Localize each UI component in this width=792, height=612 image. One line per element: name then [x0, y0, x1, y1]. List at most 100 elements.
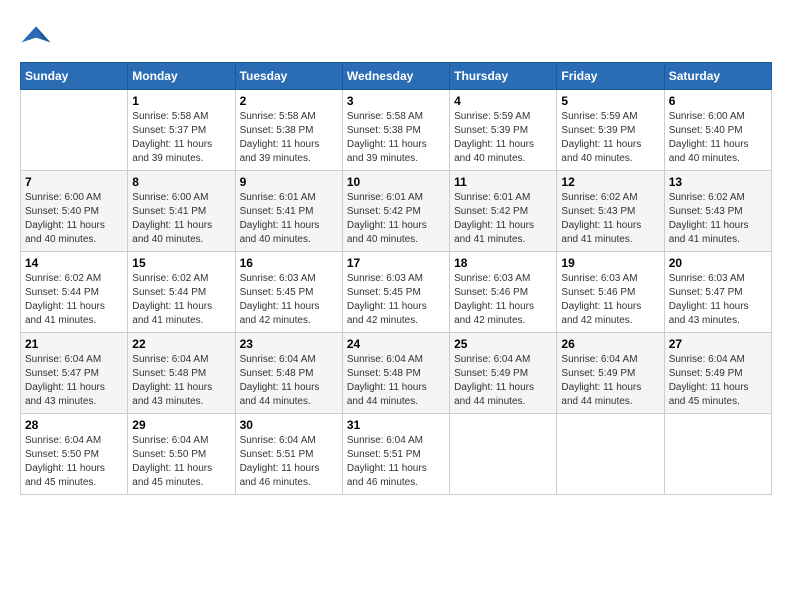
day-info: Sunrise: 6:04 AM Sunset: 5:47 PM Dayligh…: [25, 353, 123, 409]
day-info: Sunrise: 5:58 AM Sunset: 5:38 PM Dayligh…: [240, 110, 338, 166]
day-cell: 21 Sunrise: 6:04 AM Sunset: 5:47 PM Dayli…: [21, 333, 128, 414]
day-cell: [450, 414, 557, 495]
day-number: 15: [132, 256, 230, 270]
day-cell: 14 Sunrise: 6:02 AM Sunset: 5:44 PM Dayli…: [21, 252, 128, 333]
day-cell: 9Sunrise: 6:01 AM Sunset: 5:41 PM Daylig…: [235, 171, 342, 252]
logo-icon: [20, 20, 52, 52]
day-info: Sunrise: 6:01 AM Sunset: 5:42 PM Dayligh…: [347, 191, 445, 247]
weekday-header-tuesday: Tuesday: [235, 63, 342, 90]
day-number: 27: [669, 337, 767, 351]
day-info: Sunrise: 6:01 AM Sunset: 5:42 PM Dayligh…: [454, 191, 552, 247]
day-info: Sunrise: 6:03 AM Sunset: 5:46 PM Dayligh…: [561, 272, 659, 328]
day-number: 3: [347, 94, 445, 108]
day-info: Sunrise: 6:04 AM Sunset: 5:50 PM Dayligh…: [132, 434, 230, 490]
day-cell: 1 Sunrise: 5:58 AM Sunset: 5:37 PM Daylig…: [128, 90, 235, 171]
day-cell: 8Sunrise: 6:00 AM Sunset: 5:41 PM Daylig…: [128, 171, 235, 252]
day-cell: 17 Sunrise: 6:03 AM Sunset: 5:45 PM Dayli…: [342, 252, 449, 333]
day-info: Sunrise: 6:00 AM Sunset: 5:40 PM Dayligh…: [669, 110, 767, 166]
day-cell: 13 Sunrise: 6:02 AM Sunset: 5:43 PM Dayli…: [664, 171, 771, 252]
day-info: Sunrise: 6:00 AM Sunset: 5:40 PM Dayligh…: [25, 191, 123, 247]
day-number: 16: [240, 256, 338, 270]
day-cell: 3 Sunrise: 5:58 AM Sunset: 5:38 PM Daylig…: [342, 90, 449, 171]
day-number: 28: [25, 418, 123, 432]
day-info: Sunrise: 6:04 AM Sunset: 5:48 PM Dayligh…: [240, 353, 338, 409]
day-number: 21: [25, 337, 123, 351]
day-number: 8: [132, 175, 230, 189]
day-number: 5: [561, 94, 659, 108]
day-cell: 11 Sunrise: 6:01 AM Sunset: 5:42 PM Dayli…: [450, 171, 557, 252]
day-cell: 2 Sunrise: 5:58 AM Sunset: 5:38 PM Daylig…: [235, 90, 342, 171]
weekday-header-friday: Friday: [557, 63, 664, 90]
day-number: 24: [347, 337, 445, 351]
day-number: 18: [454, 256, 552, 270]
weekday-header-row: SundayMondayTuesdayWednesdayThursdayFrid…: [21, 63, 772, 90]
day-number: 25: [454, 337, 552, 351]
day-number: 14: [25, 256, 123, 270]
day-info: Sunrise: 6:04 AM Sunset: 5:49 PM Dayligh…: [454, 353, 552, 409]
day-info: Sunrise: 6:02 AM Sunset: 5:43 PM Dayligh…: [561, 191, 659, 247]
day-info: Sunrise: 6:03 AM Sunset: 5:47 PM Dayligh…: [669, 272, 767, 328]
day-cell: 19 Sunrise: 6:03 AM Sunset: 5:46 PM Dayli…: [557, 252, 664, 333]
day-cell: 30Sunrise: 6:04 AM Sunset: 5:51 PM Dayli…: [235, 414, 342, 495]
day-number: 10: [347, 175, 445, 189]
day-info: Sunrise: 6:02 AM Sunset: 5:43 PM Dayligh…: [669, 191, 767, 247]
week-row-3: 14 Sunrise: 6:02 AM Sunset: 5:44 PM Dayli…: [21, 252, 772, 333]
day-number: 11: [454, 175, 552, 189]
day-cell: 15 Sunrise: 6:02 AM Sunset: 5:44 PM Dayli…: [128, 252, 235, 333]
day-cell: 25 Sunrise: 6:04 AM Sunset: 5:49 PM Dayli…: [450, 333, 557, 414]
day-cell: 7 Sunrise: 6:00 AM Sunset: 5:40 PM Daylig…: [21, 171, 128, 252]
day-number: 7: [25, 175, 123, 189]
page-header: [20, 20, 772, 52]
week-row-4: 21 Sunrise: 6:04 AM Sunset: 5:47 PM Dayli…: [21, 333, 772, 414]
day-info: Sunrise: 6:03 AM Sunset: 5:45 PM Dayligh…: [347, 272, 445, 328]
week-row-2: 7 Sunrise: 6:00 AM Sunset: 5:40 PM Daylig…: [21, 171, 772, 252]
day-number: 20: [669, 256, 767, 270]
day-info: Sunrise: 6:02 AM Sunset: 5:44 PM Dayligh…: [25, 272, 123, 328]
day-cell: 4Sunrise: 5:59 AM Sunset: 5:39 PM Daylig…: [450, 90, 557, 171]
day-info: Sunrise: 6:03 AM Sunset: 5:46 PM Dayligh…: [454, 272, 552, 328]
day-cell: 28 Sunrise: 6:04 AM Sunset: 5:50 PM Dayli…: [21, 414, 128, 495]
logo: [20, 20, 56, 52]
day-number: 22: [132, 337, 230, 351]
day-number: 12: [561, 175, 659, 189]
day-number: 19: [561, 256, 659, 270]
day-cell: 24 Sunrise: 6:04 AM Sunset: 5:48 PM Dayli…: [342, 333, 449, 414]
weekday-header-saturday: Saturday: [664, 63, 771, 90]
day-info: Sunrise: 6:04 AM Sunset: 5:51 PM Dayligh…: [347, 434, 445, 490]
day-number: 31: [347, 418, 445, 432]
day-cell: 18 Sunrise: 6:03 AM Sunset: 5:46 PM Dayli…: [450, 252, 557, 333]
calendar-table: SundayMondayTuesdayWednesdayThursdayFrid…: [20, 62, 772, 495]
day-number: 23: [240, 337, 338, 351]
week-row-5: 28 Sunrise: 6:04 AM Sunset: 5:50 PM Dayli…: [21, 414, 772, 495]
day-info: Sunrise: 6:04 AM Sunset: 5:50 PM Dayligh…: [25, 434, 123, 490]
day-number: 1: [132, 94, 230, 108]
day-cell: [557, 414, 664, 495]
day-number: 29: [132, 418, 230, 432]
day-number: 4: [454, 94, 552, 108]
day-info: Sunrise: 6:02 AM Sunset: 5:44 PM Dayligh…: [132, 272, 230, 328]
day-number: 17: [347, 256, 445, 270]
day-cell: 31 Sunrise: 6:04 AM Sunset: 5:51 PM Dayli…: [342, 414, 449, 495]
day-cell: 27Sunrise: 6:04 AM Sunset: 5:49 PM Dayli…: [664, 333, 771, 414]
day-cell: 20 Sunrise: 6:03 AM Sunset: 5:47 PM Dayli…: [664, 252, 771, 333]
day-cell: 29 Sunrise: 6:04 AM Sunset: 5:50 PM Dayli…: [128, 414, 235, 495]
day-number: 30: [240, 418, 338, 432]
day-number: 2: [240, 94, 338, 108]
day-number: 13: [669, 175, 767, 189]
day-cell: 26Sunrise: 6:04 AM Sunset: 5:49 PM Dayli…: [557, 333, 664, 414]
week-row-1: 1 Sunrise: 5:58 AM Sunset: 5:37 PM Daylig…: [21, 90, 772, 171]
day-cell: [664, 414, 771, 495]
day-number: 9: [240, 175, 338, 189]
day-info: Sunrise: 5:59 AM Sunset: 5:39 PM Dayligh…: [561, 110, 659, 166]
day-info: Sunrise: 5:58 AM Sunset: 5:38 PM Dayligh…: [347, 110, 445, 166]
day-number: 26: [561, 337, 659, 351]
day-cell: 10 Sunrise: 6:01 AM Sunset: 5:42 PM Dayli…: [342, 171, 449, 252]
day-info: Sunrise: 5:58 AM Sunset: 5:37 PM Dayligh…: [132, 110, 230, 166]
weekday-header-monday: Monday: [128, 63, 235, 90]
day-cell: 6 Sunrise: 6:00 AM Sunset: 5:40 PM Daylig…: [664, 90, 771, 171]
day-number: 6: [669, 94, 767, 108]
day-info: Sunrise: 6:03 AM Sunset: 5:45 PM Dayligh…: [240, 272, 338, 328]
day-cell: 16 Sunrise: 6:03 AM Sunset: 5:45 PM Dayli…: [235, 252, 342, 333]
weekday-header-wednesday: Wednesday: [342, 63, 449, 90]
day-info: Sunrise: 6:04 AM Sunset: 5:48 PM Dayligh…: [347, 353, 445, 409]
